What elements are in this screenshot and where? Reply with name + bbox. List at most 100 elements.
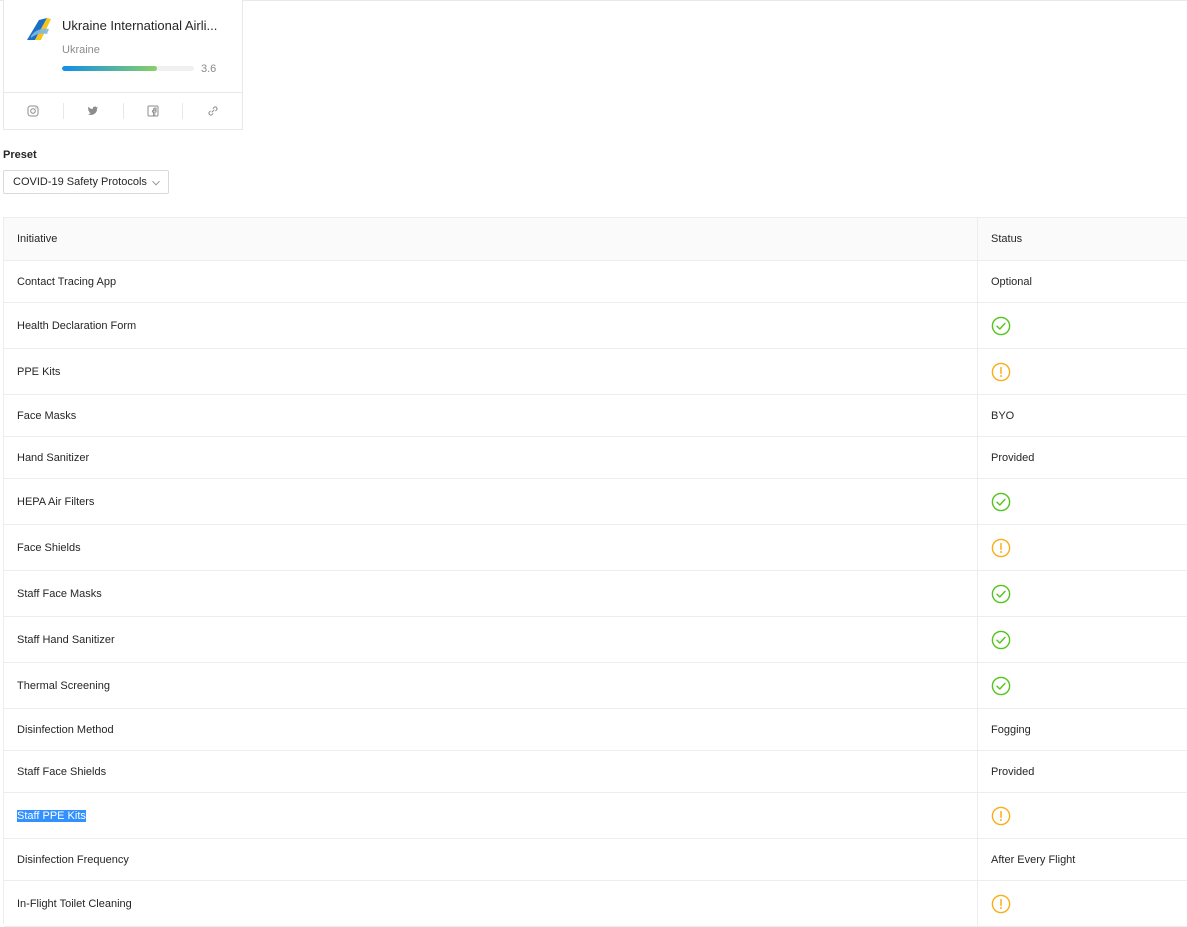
table-row: Staff Face Masks: [4, 571, 1187, 617]
instagram-icon: [27, 105, 39, 117]
status-text: Fogging: [991, 723, 1031, 736]
facebook-link[interactable]: [122, 103, 183, 119]
column-header-label: Status: [991, 233, 1023, 245]
status-cell: [978, 793, 1187, 838]
table-row: PPE Kits: [4, 349, 1187, 395]
initiative-cell: Disinfection Frequency: [4, 839, 978, 880]
initiative-name: Contact Tracing App: [17, 275, 117, 288]
initiative-name: PPE Kits: [17, 365, 61, 378]
initiative-name: Face Shields: [17, 541, 81, 554]
table-row: Health Declaration Form: [4, 303, 1187, 349]
status-cell: Fogging: [978, 709, 1187, 750]
status-text: Provided: [991, 451, 1035, 464]
initiative-name: In-Flight Toilet Cleaning: [17, 897, 132, 910]
preset-selected-value: COVID-19 Safety Protocols: [13, 176, 147, 188]
table-row: Staff Face Shields Provided: [4, 751, 1187, 793]
initiative-cell: Contact Tracing App: [4, 261, 978, 302]
facebook-icon: [147, 105, 159, 117]
initiative-name: Staff PPE Kits: [17, 809, 86, 822]
initiative-cell: PPE Kits: [4, 349, 978, 394]
initiatives-table: Initiative Status Contact Tracing App Opt…: [3, 217, 1187, 927]
status-text: Provided: [991, 765, 1035, 778]
status-cell: [978, 881, 1187, 926]
table-row: Thermal Screening: [4, 663, 1187, 709]
status-cell: After Every Flight: [978, 839, 1187, 880]
initiative-name: Health Declaration Form: [17, 319, 137, 332]
airline-card: Ukraine International Airli... Ukraine 3…: [3, 0, 243, 130]
initiative-cell: Health Declaration Form: [4, 303, 978, 348]
rating-value: 3.6: [201, 63, 217, 75]
status-cell: [978, 617, 1187, 662]
preset-select[interactable]: COVID-19 Safety Protocols: [3, 170, 169, 194]
instagram-link[interactable]: [4, 103, 63, 119]
rating-bar: [62, 66, 194, 71]
initiative-cell: In-Flight Toilet Cleaning: [4, 881, 978, 926]
initiative-cell: Staff Face Masks: [4, 571, 978, 616]
initiative-cell: Staff PPE Kits: [4, 793, 978, 838]
status-cell: [978, 525, 1187, 570]
initiative-cell: HEPA Air Filters: [4, 479, 978, 524]
status-cell: Optional: [978, 261, 1187, 302]
exclamation-circle-icon: [991, 538, 1011, 558]
chevron-down-icon: [152, 180, 160, 186]
table-body: Contact Tracing App Optional Health Declar…: [4, 261, 1187, 927]
check-circle-icon: [991, 492, 1011, 512]
table-row: Contact Tracing App Optional: [4, 261, 1187, 303]
link-icon: [208, 106, 218, 116]
check-circle-icon: [991, 316, 1011, 336]
initiative-name: Hand Sanitizer: [17, 451, 90, 464]
airline-country: Ukraine: [62, 44, 100, 56]
initiative-cell: Hand Sanitizer: [4, 437, 978, 478]
rating-bar-fill: [62, 66, 158, 71]
initiative-cell: Disinfection Method: [4, 709, 978, 750]
twitter-icon: [87, 106, 99, 115]
twitter-link[interactable]: [62, 103, 123, 119]
initiative-name: HEPA Air Filters: [17, 495, 95, 508]
check-circle-icon: [991, 584, 1011, 604]
social-links: [4, 92, 242, 129]
status-cell: BYO: [978, 395, 1187, 436]
status-text: BYO: [991, 409, 1015, 422]
initiative-cell: Thermal Screening: [4, 663, 978, 708]
airline-name[interactable]: Ukraine International Airli...: [62, 18, 230, 33]
status-cell: [978, 349, 1187, 394]
table-row: Face Masks BYO: [4, 395, 1187, 437]
check-circle-icon: [991, 676, 1011, 696]
check-circle-icon: [991, 630, 1011, 650]
status-cell: [978, 663, 1187, 708]
table-row: Hand Sanitizer Provided: [4, 437, 1187, 479]
status-cell: [978, 479, 1187, 524]
table-row: Disinfection Method Fogging: [4, 709, 1187, 751]
table-row: Disinfection Frequency After Every Flight: [4, 839, 1187, 881]
preset-label: Preset: [3, 149, 37, 161]
initiative-cell: Staff Hand Sanitizer: [4, 617, 978, 662]
table-row: In-Flight Toilet Cleaning: [4, 881, 1187, 927]
initiative-name: Staff Face Shields: [17, 765, 107, 778]
initiative-name: Face Masks: [17, 409, 77, 422]
initiative-name: Staff Face Masks: [17, 587, 102, 600]
exclamation-circle-icon: [991, 806, 1011, 826]
airline-tail-logo-icon: [27, 18, 51, 40]
table-row: Staff PPE Kits: [4, 793, 1187, 839]
status-text: Optional: [991, 275, 1032, 288]
status-cell: [978, 571, 1187, 616]
column-header-label: Initiative: [17, 233, 58, 245]
exclamation-circle-icon: [991, 894, 1011, 914]
exclamation-circle-icon: [991, 362, 1011, 382]
initiative-name: Staff Hand Sanitizer: [17, 633, 115, 646]
initiative-cell: Face Masks: [4, 395, 978, 436]
table-header-row: Initiative Status: [4, 218, 1187, 261]
table-row: HEPA Air Filters: [4, 479, 1187, 525]
column-header-status[interactable]: Status: [978, 218, 1187, 260]
initiative-name: Thermal Screening: [17, 679, 110, 692]
website-link[interactable]: [182, 103, 242, 119]
initiative-name: Disinfection Frequency: [17, 853, 129, 866]
initiative-name: Disinfection Method: [17, 723, 114, 736]
status-cell: Provided: [978, 751, 1187, 792]
column-header-initiative[interactable]: Initiative: [4, 218, 978, 260]
initiative-cell: Face Shields: [4, 525, 978, 570]
initiative-cell: Staff Face Shields: [4, 751, 978, 792]
table-row: Staff Hand Sanitizer: [4, 617, 1187, 663]
status-cell: Provided: [978, 437, 1187, 478]
table-row: Face Shields: [4, 525, 1187, 571]
